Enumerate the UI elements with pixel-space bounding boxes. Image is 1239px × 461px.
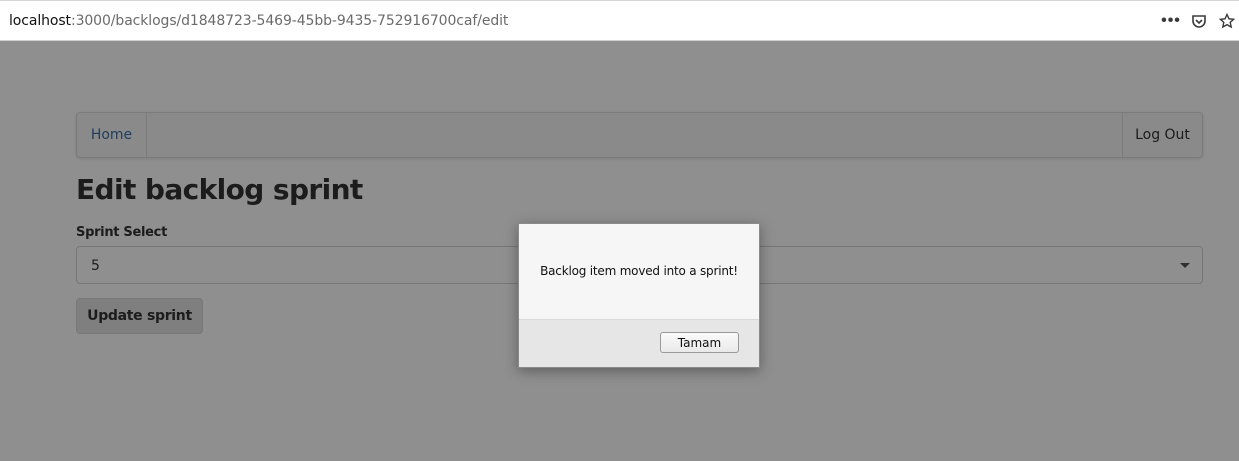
more-dots-icon[interactable]: ••• [1161,11,1180,31]
alert-footer: Tamam [519,319,759,367]
browser-url-bar[interactable]: localhost:3000/backlogs/d1848723-5469-45… [0,0,1239,41]
url-text[interactable]: localhost:3000/backlogs/d1848723-5469-45… [9,13,508,29]
url-path: :3000/backlogs/d1848723-5469-45bb-9435-7… [70,13,509,29]
alert-dialog: Backlog item moved into a sprint! Tamam [518,223,760,368]
pocket-icon[interactable] [1190,11,1208,31]
browser-toolbar-icons: ••• [1161,11,1239,31]
bookmark-star-icon[interactable] [1218,11,1236,31]
alert-message: Backlog item moved into a sprint! [540,264,738,278]
alert-ok-button[interactable]: Tamam [660,332,739,353]
url-host: localhost [9,13,71,29]
